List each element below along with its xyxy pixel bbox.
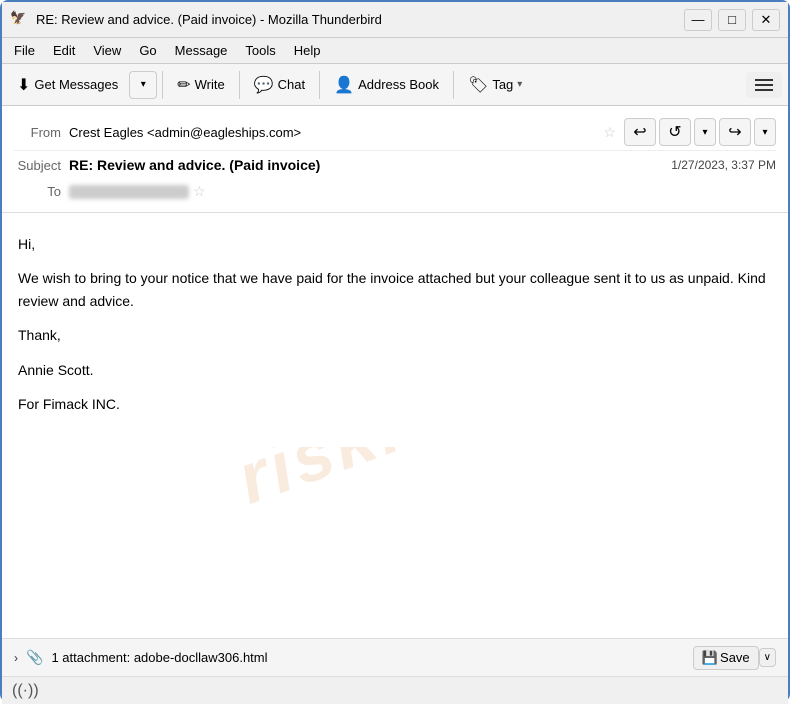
window-controls: — □ ✕ (684, 9, 780, 31)
subject-row: Subject RE: Review and advice. (Paid inv… (14, 151, 776, 179)
status-bar: ((·)) (2, 676, 788, 704)
hamburger-menu-button[interactable] (746, 72, 782, 98)
to-address-blurred (69, 185, 189, 199)
separator-3 (319, 71, 320, 99)
save-button[interactable]: 💾 Save (693, 646, 759, 670)
connection-status-icon: ((·)) (12, 682, 39, 700)
attachment-expand-icon[interactable]: › (14, 651, 18, 665)
to-star-icon[interactable]: ☆ (193, 183, 206, 200)
tag-button[interactable]: 🏷 Tag ▾ (459, 70, 531, 100)
signature-line-1: Annie Scott. (18, 359, 772, 381)
reply-all-button[interactable]: ↺ (659, 118, 691, 146)
app-icon: 🦅 (10, 10, 30, 30)
address-book-icon: 👤 (334, 75, 354, 95)
hamburger-line-2 (755, 84, 773, 86)
get-messages-button[interactable]: ⬇ Get Messages (8, 70, 127, 100)
more-reply-dropdown[interactable]: ▾ (694, 118, 716, 146)
write-icon: ✏ (177, 75, 190, 95)
close-button[interactable]: ✕ (752, 9, 780, 31)
menu-message[interactable]: Message (167, 41, 236, 60)
toolbar: ⬇ Get Messages ▾ ✏ Write 💬 Chat 👤 Addres… (2, 64, 788, 106)
email-date: 1/27/2023, 3:37 PM (671, 158, 776, 172)
thanks: Thank, (18, 324, 772, 346)
address-book-button[interactable]: 👤 Address Book (325, 70, 448, 100)
get-messages-label: Get Messages (34, 77, 118, 92)
chat-icon: 💬 (254, 75, 274, 95)
more-forward-dropdown[interactable]: ▾ (754, 118, 776, 146)
subject-value: RE: Review and advice. (Paid invoice) (69, 157, 671, 173)
chat-button[interactable]: 💬 Chat (245, 70, 314, 100)
address-book-label: Address Book (358, 77, 439, 92)
email-action-buttons: ↩ ↺ ▾ ↪ ▾ (624, 118, 776, 146)
to-label: To (14, 184, 69, 199)
attachment-filename: 1 attachment: adobe-docllaw306.html (51, 650, 684, 665)
title-bar: 🦅 RE: Review and advice. (Paid invoice) … (2, 2, 788, 38)
menu-file[interactable]: File (6, 41, 43, 60)
from-star-icon[interactable]: ☆ (603, 124, 616, 141)
save-dropdown-button[interactable]: ∨ (759, 648, 776, 667)
from-row: From Crest Eagles <admin@eagleships.com>… (14, 114, 776, 151)
email-body: Hi, We wish to bring to your notice that… (2, 213, 788, 447)
separator-2 (239, 71, 240, 99)
menu-edit[interactable]: Edit (45, 41, 83, 60)
greeting: Hi, (18, 233, 772, 255)
window-title: RE: Review and advice. (Paid invoice) - … (36, 12, 684, 27)
main-content: From Crest Eagles <admin@eagleships.com>… (2, 106, 788, 704)
hamburger-line-1 (755, 79, 773, 81)
hamburger-line-3 (755, 89, 773, 91)
minimize-button[interactable]: — (684, 9, 712, 31)
save-label: Save (720, 650, 750, 665)
get-messages-icon: ⬇ (17, 75, 30, 95)
chat-label: Chat (278, 77, 305, 92)
menu-bar: File Edit View Go Message Tools Help (2, 38, 788, 64)
subject-label: Subject (14, 158, 69, 173)
tag-label: Tag (492, 77, 513, 92)
separator-4 (453, 71, 454, 99)
body-paragraph: We wish to bring to your notice that we … (18, 267, 772, 312)
separator-1 (162, 71, 163, 99)
save-button-group: 💾 Save ∨ (693, 646, 776, 670)
menu-view[interactable]: View (85, 41, 129, 60)
tag-dropdown-arrow: ▾ (517, 79, 522, 90)
email-header: From Crest Eagles <admin@eagleships.com>… (2, 106, 788, 213)
write-button[interactable]: ✏ Write (168, 70, 234, 100)
reply-button[interactable]: ↩ (624, 118, 656, 146)
save-dropdown-arrow: ∨ (764, 652, 771, 663)
tag-icon: 🏷 (468, 75, 488, 95)
from-value: Crest Eagles <admin@eagleships.com> (69, 125, 599, 140)
menu-go[interactable]: Go (131, 41, 164, 60)
maximize-button[interactable]: □ (718, 9, 746, 31)
save-icon: 💾 (702, 650, 718, 666)
menu-tools[interactable]: Tools (237, 41, 283, 60)
get-messages-dropdown[interactable]: ▾ (129, 71, 157, 99)
menu-help[interactable]: Help (286, 41, 329, 60)
dropdown-arrow-icon: ▾ (141, 79, 146, 90)
signature-line-2: For Fimack INC. (18, 393, 772, 415)
from-label: From (14, 125, 69, 140)
paperclip-icon: 📎 (26, 649, 43, 666)
forward-button[interactable]: ↪ (719, 118, 751, 146)
to-row: To ☆ (14, 179, 776, 204)
attachment-bar: › 📎 1 attachment: adobe-docllaw306.html … (2, 638, 788, 676)
write-label: Write (195, 77, 225, 92)
